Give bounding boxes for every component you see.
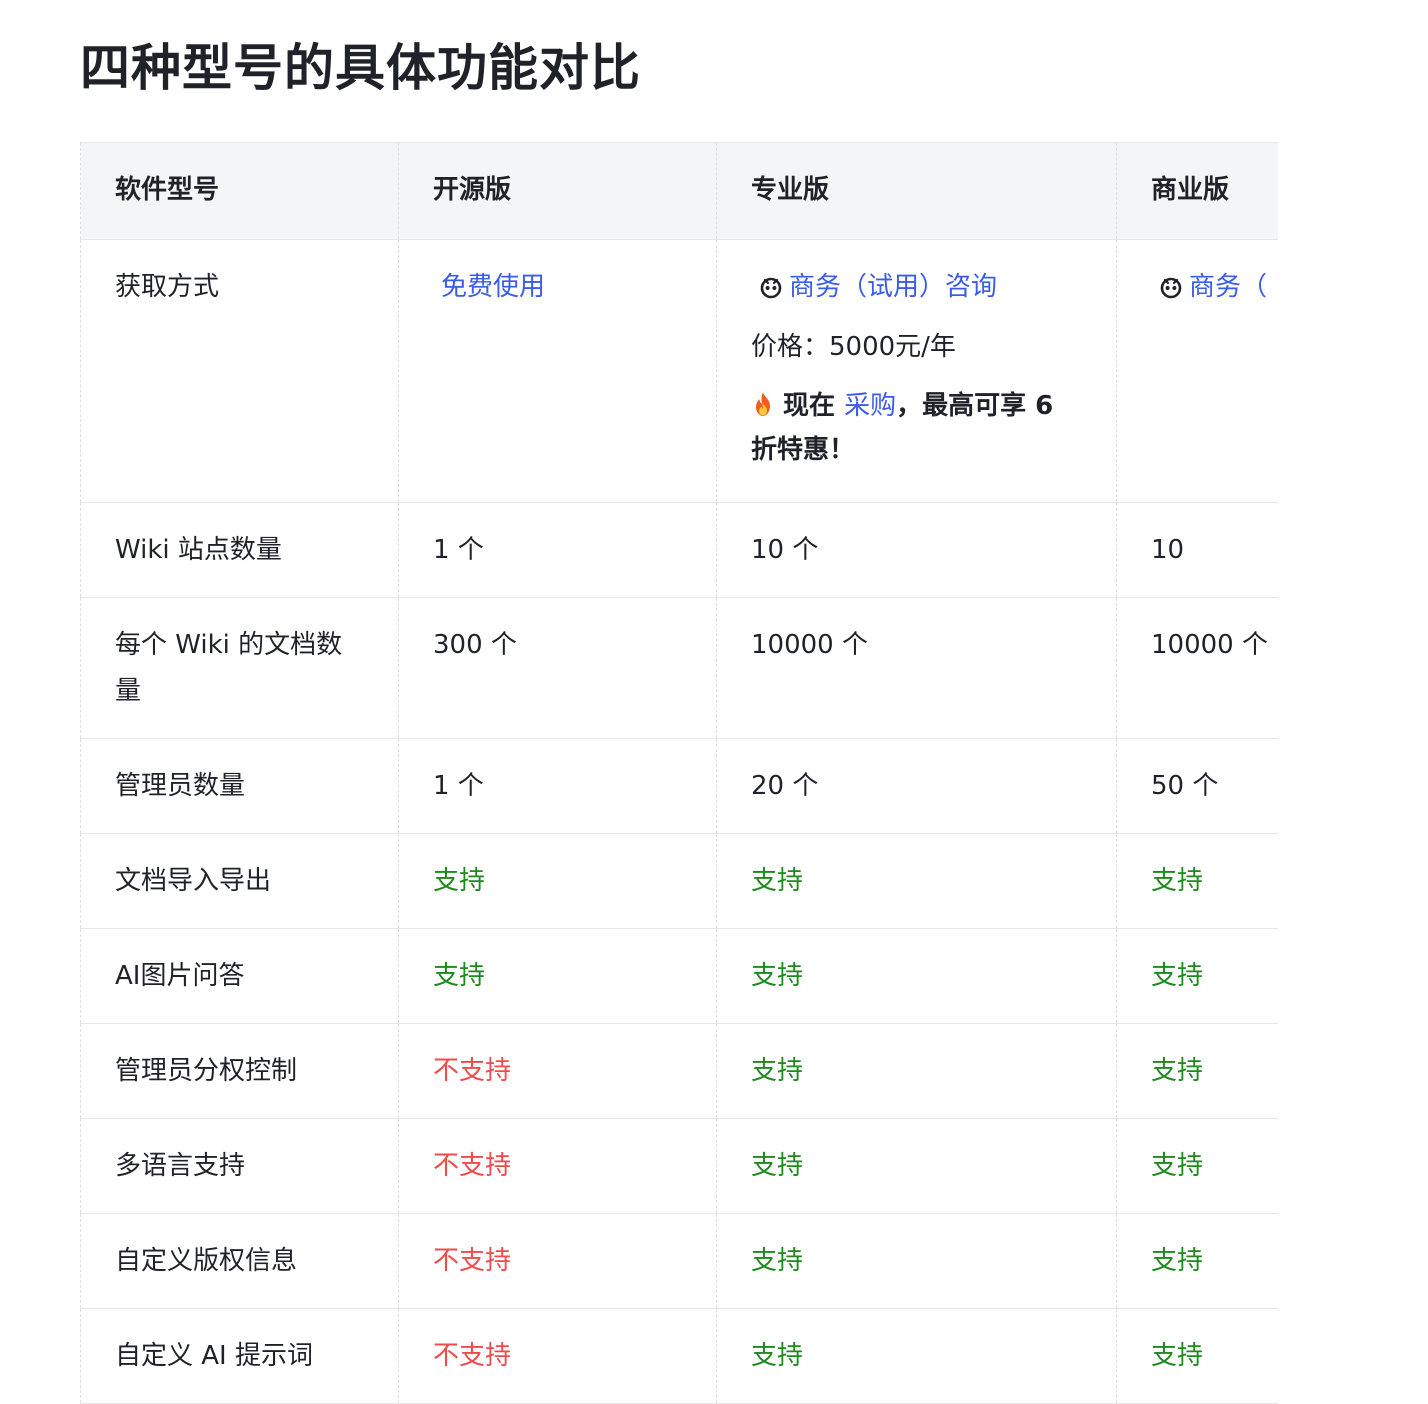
business-value: 10000 个 <box>1116 597 1278 739</box>
pro-value: 10 个 <box>716 502 1117 598</box>
pro-value: 10000 个 <box>716 597 1117 739</box>
open-source-value: 1 个 <box>398 502 717 598</box>
business-value: 支持 <box>1116 1213 1278 1309</box>
consult-bot-icon <box>760 277 782 299</box>
open-source-value: 支持 <box>398 833 717 929</box>
feature-cell: 管理员数量 <box>80 738 399 834</box>
open-source-value: 不支持 <box>398 1213 717 1309</box>
pro-value: 支持 <box>716 928 1117 1024</box>
open-source-access-cell: 免费使用 <box>398 239 717 503</box>
business-value: 支持 <box>1116 833 1278 929</box>
feature-cell: 自定义版权信息 <box>80 1213 399 1309</box>
comparison-table-container[interactable]: 软件型号 开源版 专业版 商业版 获取方式 免费使用 商务（试用）咨询 价格：5… <box>80 142 1278 1404</box>
open-source-value: 300 个 <box>398 597 717 739</box>
comparison-table: 软件型号 开源版 专业版 商业版 获取方式 免费使用 商务（试用）咨询 价格：5… <box>80 142 1278 1404</box>
pro-price: 价格：5000元/年 <box>751 332 956 362</box>
feature-cell: 获取方式 <box>80 239 399 503</box>
table-row: 管理员数量 1 个 20 个 50 个 <box>80 738 1278 834</box>
header-open-source: 开源版 <box>398 142 717 240</box>
pro-value: 支持 <box>716 1308 1117 1404</box>
business-value: 支持 <box>1116 928 1278 1024</box>
table-row-access: 获取方式 免费使用 商务（试用）咨询 价格：5000元/年 现在 采购，最高可享… <box>80 239 1278 503</box>
pro-value: 支持 <box>716 1023 1117 1119</box>
header-business: 商业版 <box>1116 142 1278 240</box>
open-source-value: 支持 <box>398 928 717 1024</box>
business-value: 支持 <box>1116 1118 1278 1214</box>
header-pro: 专业版 <box>716 142 1117 240</box>
feature-cell: Wiki 站点数量 <box>80 502 399 598</box>
header-model: 软件型号 <box>80 142 399 240</box>
feature-cell: AI图片问答 <box>80 928 399 1024</box>
business-value: 支持 <box>1116 1308 1278 1404</box>
feature-cell: 自定义 AI 提示词 <box>80 1308 399 1404</box>
feature-cell: 管理员分权控制 <box>80 1023 399 1119</box>
open-source-value: 不支持 <box>398 1118 717 1214</box>
table-row: 自定义版权信息 不支持 支持 支持 <box>80 1213 1278 1309</box>
open-source-value: 不支持 <box>398 1308 717 1404</box>
feature-cell: 多语言支持 <box>80 1118 399 1214</box>
table-row: 文档导入导出 支持 支持 支持 <box>80 833 1278 929</box>
table-header-row: 软件型号 开源版 专业版 商业版 <box>80 142 1278 240</box>
table-row: 每个 Wiki 的文档数量 300 个 10000 个 10000 个 <box>80 597 1278 739</box>
promo-text: 现在 采购，最高可享 6 折特惠！ <box>751 384 1084 472</box>
table-row: Wiki 站点数量 1 个 10 个 10 <box>80 502 1278 598</box>
table-row: 多语言支持 不支持 支持 支持 <box>80 1118 1278 1214</box>
pro-access-cell: 商务（试用）咨询 价格：5000元/年 现在 采购，最高可享 6 折特惠！ <box>716 239 1117 503</box>
pro-value: 支持 <box>716 833 1117 929</box>
business-access-cell: 商务（ <box>1116 239 1278 503</box>
business-value: 支持 <box>1116 1023 1278 1119</box>
free-use-link[interactable]: 免费使用 <box>441 264 545 310</box>
table-row: 自定义 AI 提示词 不支持 支持 支持 <box>80 1308 1278 1404</box>
pro-value: 支持 <box>716 1213 1117 1309</box>
pro-consult-link[interactable]: 商务（试用）咨询 <box>789 264 997 310</box>
business-value: 10 <box>1116 502 1278 598</box>
business-consult-link[interactable]: 商务（ <box>1189 264 1267 310</box>
consult-bot-icon <box>1160 277 1182 299</box>
pro-value: 20 个 <box>716 738 1117 834</box>
purchase-link[interactable]: 采购 <box>844 391 896 421</box>
fire-icon <box>756 392 770 416</box>
feature-cell: 文档导入导出 <box>80 833 399 929</box>
promo-prefix: 现在 <box>783 391 836 421</box>
pro-value: 支持 <box>716 1118 1117 1214</box>
table-row: AI图片问答 支持 支持 支持 <box>80 928 1278 1024</box>
open-source-value: 不支持 <box>398 1023 717 1119</box>
open-source-value: 1 个 <box>398 738 717 834</box>
table-row: 管理员分权控制 不支持 支持 支持 <box>80 1023 1278 1119</box>
business-value: 50 个 <box>1116 738 1278 834</box>
feature-cell: 每个 Wiki 的文档数量 <box>80 597 399 739</box>
page-title: 四种型号的具体功能对比 <box>80 39 641 97</box>
